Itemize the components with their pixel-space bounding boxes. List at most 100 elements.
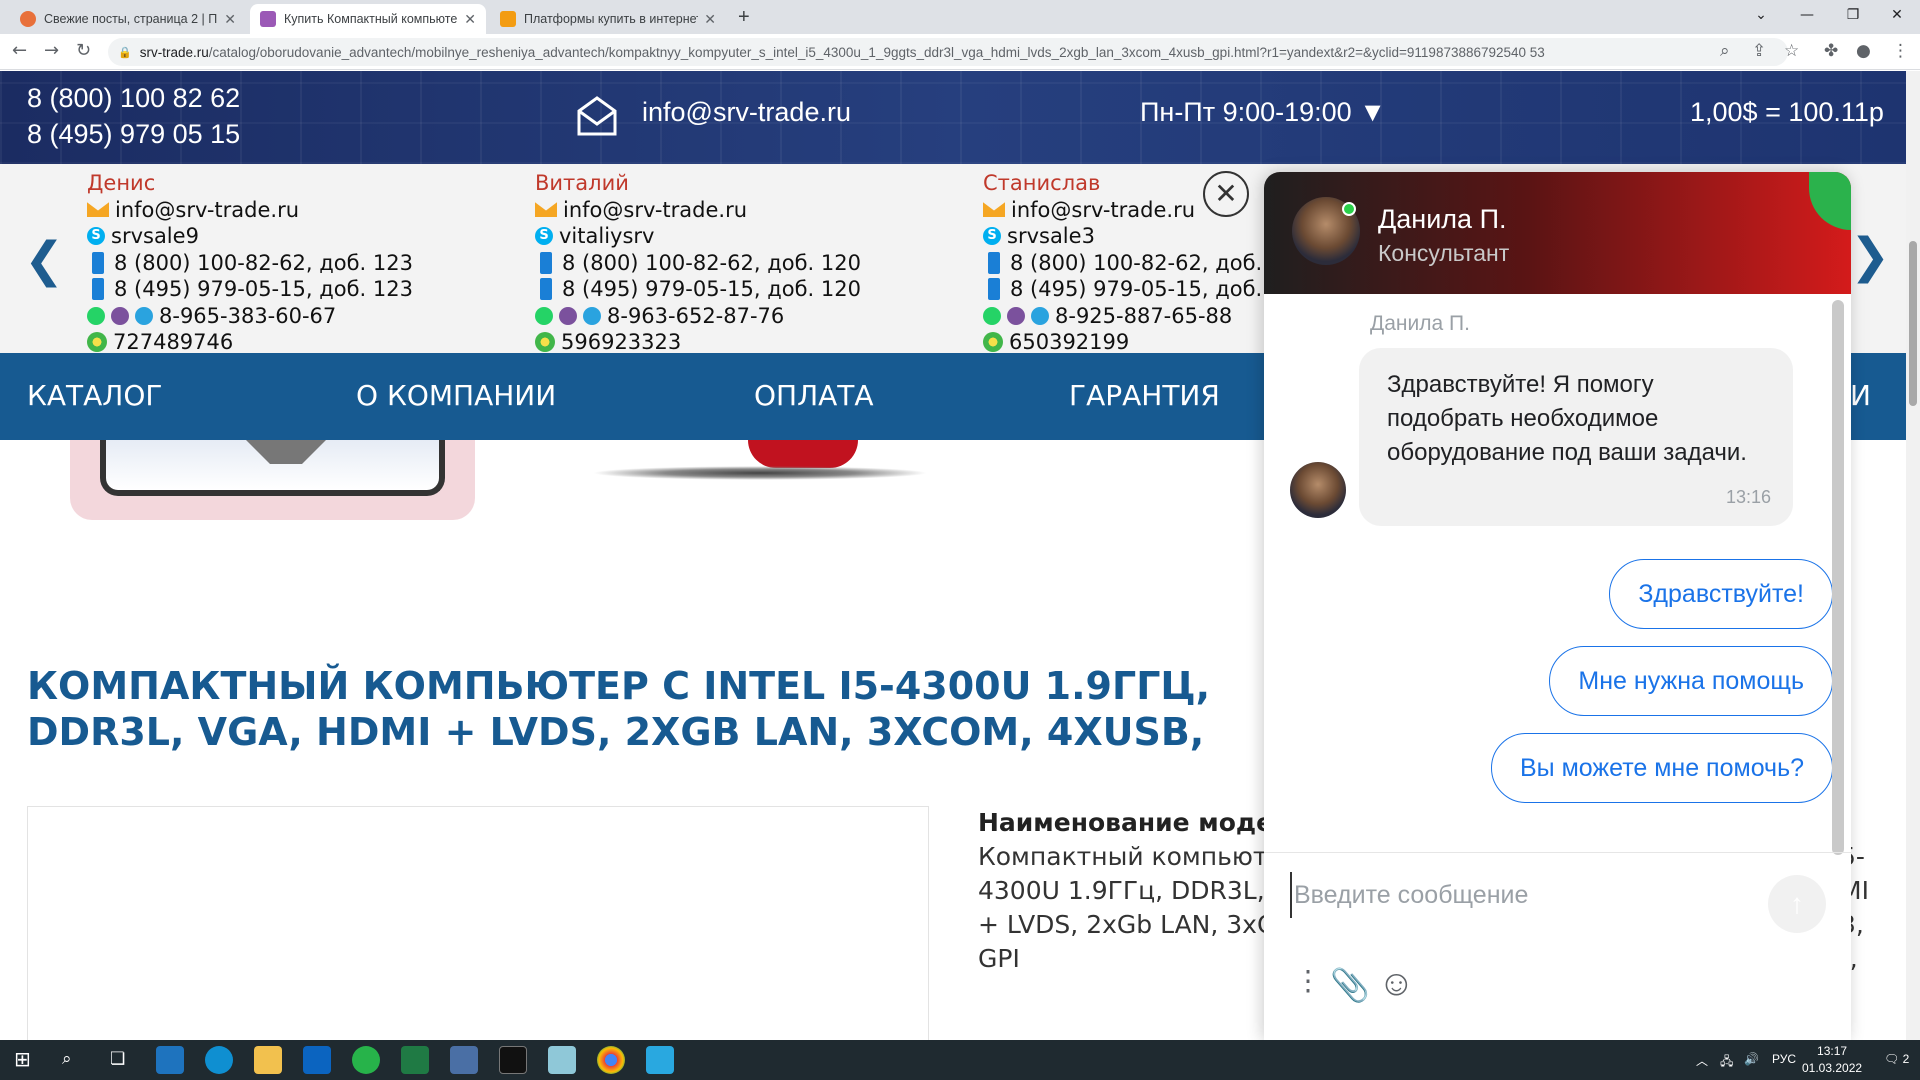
attach-icon[interactable]: 📎 <box>1330 966 1370 1004</box>
chat-scrollbar[interactable] <box>1832 300 1844 855</box>
message-time: 13:16 <box>1725 487 1771 507</box>
reload-icon[interactable]: ↻ <box>76 40 91 61</box>
manager-name: Виталий <box>535 171 629 195</box>
carousel-next-icon[interactable]: ❯ <box>1850 228 1890 284</box>
envelope-icon <box>577 96 617 136</box>
manager-phone[interactable]: 8 (495) 979-05-15, доб. 123 <box>114 276 413 303</box>
viber-icon <box>559 306 577 325</box>
phone-icon <box>988 278 1000 301</box>
phone-icon <box>540 251 552 274</box>
manager-email[interactable]: info@srv-trade.ru <box>563 197 747 224</box>
browser-tab-active[interactable]: Купить Компактный компьютер ✕ <box>250 4 486 34</box>
header-phone-1[interactable]: 8 (800) 100 82 62 <box>27 83 240 114</box>
back-icon[interactable]: ← <box>12 40 27 61</box>
agent-name: Данила П. <box>1378 204 1507 234</box>
manager-phone[interactable]: 8 (800) 100-82-62, доб. 123 <box>114 250 413 277</box>
icq-app-icon[interactable] <box>352 1046 380 1074</box>
chrome-icon[interactable] <box>597 1046 625 1074</box>
quick-reply-need-help[interactable]: Мне нужна помощь <box>1549 646 1833 716</box>
product-title: КОМПАКТНЫЙ КОМПЬЮТЕР С INTEL I5-4300U 1.… <box>27 664 1211 754</box>
volume-icon[interactable]: 🔊 <box>1744 1052 1759 1066</box>
manager-phone[interactable]: 8 (495) 979-05-15, доб. 120 <box>562 276 861 303</box>
clock[interactable]: 13:17 01.03.2022 <box>1802 1043 1862 1077</box>
manager-mobile[interactable]: 8-965-383-60-67 <box>159 303 336 330</box>
notes-app-icon[interactable] <box>548 1046 576 1074</box>
page-scrollbar[interactable] <box>1906 71 1920 1040</box>
mail-app-icon[interactable] <box>156 1046 184 1074</box>
outlook-icon[interactable] <box>303 1046 331 1074</box>
more-options-icon[interactable]: ⋮ <box>1294 967 1322 995</box>
close-tab-icon[interactable]: ✕ <box>224 11 236 28</box>
tab-search-icon[interactable]: ⌄ <box>1738 0 1784 30</box>
file-explorer-icon[interactable] <box>254 1046 282 1074</box>
manager-card: Виталий info@srv-trade.ru Svitaliysrv 8 … <box>535 170 861 356</box>
bookmark-star-icon[interactable]: ☆ <box>1784 41 1799 61</box>
manager-phone[interactable]: 8 (800) 100-82-62, доб. 120 <box>562 250 861 277</box>
zoom-icon[interactable]: ⌕ <box>1720 41 1730 61</box>
browser-tab[interactable]: Платформы купить в интернет ✕ <box>490 4 726 34</box>
nav-item-partial[interactable]: И <box>1850 379 1871 412</box>
share-icon[interactable]: ⇪ <box>1752 41 1766 61</box>
profile-icon[interactable]: ● <box>1856 41 1871 61</box>
forward-icon[interactable]: → <box>44 40 59 61</box>
notifications-icon[interactable]: 🗨 2 <box>1884 1052 1909 1066</box>
minimize-icon[interactable]: — <box>1784 0 1830 30</box>
browser-tab[interactable]: Свежие посты, страница 2 | Пик ✕ <box>10 4 246 34</box>
language-indicator[interactable]: РУС <box>1772 1052 1796 1066</box>
nav-item-catalog[interactable]: КАТАЛОГ <box>27 379 162 412</box>
manager-email[interactable]: info@srv-trade.ru <box>1011 197 1195 224</box>
manager-skype[interactable]: srvsale3 <box>1007 223 1095 250</box>
manager-mobile[interactable]: 8-925-887-65-88 <box>1055 303 1232 330</box>
close-tab-icon[interactable]: ✕ <box>704 11 716 28</box>
page-scrollbar-thumb[interactable] <box>1909 241 1917 406</box>
manager-mobile[interactable]: 8-963-652-87-76 <box>607 303 784 330</box>
terminal-icon[interactable] <box>499 1046 527 1074</box>
phone-icon <box>540 278 552 301</box>
network-app-icon[interactable] <box>450 1046 478 1074</box>
close-tab-icon[interactable]: ✕ <box>464 11 476 28</box>
manager-phone[interactable]: 8 (495) 979-05-15, доб. 1 <box>1010 276 1263 303</box>
tray-expand-icon[interactable]: ︿ <box>1696 1052 1708 1069</box>
close-window-icon[interactable]: ✕ <box>1874 0 1920 30</box>
manager-phone[interactable]: 8 (800) 100-82-62, доб. 1 <box>1010 250 1263 277</box>
manager-icq[interactable]: 727489746 <box>113 329 233 356</box>
arrow-up-icon: ↑ <box>1790 888 1804 919</box>
site-header: 8 (800) 100 82 62 8 (495) 979 05 15 info… <box>0 71 1920 164</box>
whatsapp-icon <box>535 306 553 325</box>
menu-icon[interactable]: ⋮ <box>1892 41 1909 61</box>
chat-message-input[interactable] <box>1290 872 1750 918</box>
new-tab-button[interactable]: + <box>738 6 750 29</box>
header-phone-2[interactable]: 8 (495) 979 05 15 <box>27 119 240 150</box>
manager-email[interactable]: info@srv-trade.ru <box>115 197 299 224</box>
search-icon[interactable]: ⌕ <box>62 1049 72 1069</box>
work-hours-dropdown[interactable]: Пн-Пт 9:00-19:00 ▼ <box>1140 97 1386 128</box>
manager-skype[interactable]: srvsale9 <box>111 223 199 250</box>
quick-reply-hello[interactable]: Здравствуйте! <box>1609 559 1833 629</box>
nav-item-about[interactable]: О КОМПАНИИ <box>356 379 556 412</box>
windows-start-icon[interactable]: ⊞ <box>14 1047 31 1071</box>
send-button[interactable]: ↑ <box>1768 875 1826 933</box>
close-chat-button[interactable]: ✕ <box>1203 171 1249 217</box>
header-email-link[interactable]: info@srv-trade.ru <box>642 97 851 128</box>
nav-item-warranty[interactable]: ГАРАНТИЯ <box>1069 379 1220 412</box>
exchange-rate: 1,00$ = 100.11р <box>1690 97 1884 127</box>
network-icon[interactable]: 🖧 <box>1720 1052 1733 1073</box>
carousel-prev-icon[interactable]: ❮ <box>24 232 64 288</box>
email-icon <box>535 202 557 218</box>
manager-icq[interactable]: 596923323 <box>561 329 681 356</box>
manager-icq[interactable]: 650392199 <box>1009 329 1129 356</box>
excel-icon[interactable] <box>401 1046 429 1074</box>
nav-item-payment[interactable]: ОПЛАТА <box>754 379 874 412</box>
restore-icon[interactable]: ❐ <box>1830 0 1876 30</box>
extensions-icon[interactable]: ✤ <box>1824 41 1838 61</box>
address-bar[interactable]: 🔒 srv-trade.ru/catalog/oborudovanie_adva… <box>108 38 1788 66</box>
viber-icon <box>1007 306 1025 325</box>
task-view-icon[interactable]: ❏ <box>110 1049 125 1069</box>
agent-avatar-small <box>1290 462 1346 518</box>
app-icon[interactable] <box>646 1046 674 1074</box>
edge-icon[interactable] <box>205 1046 233 1074</box>
manager-skype[interactable]: vitaliysrv <box>559 223 654 250</box>
emoji-icon[interactable]: ☺ <box>1378 962 1415 1004</box>
online-status-icon <box>1342 202 1356 216</box>
quick-reply-can-you-help[interactable]: Вы можете мне помочь? <box>1491 733 1833 803</box>
